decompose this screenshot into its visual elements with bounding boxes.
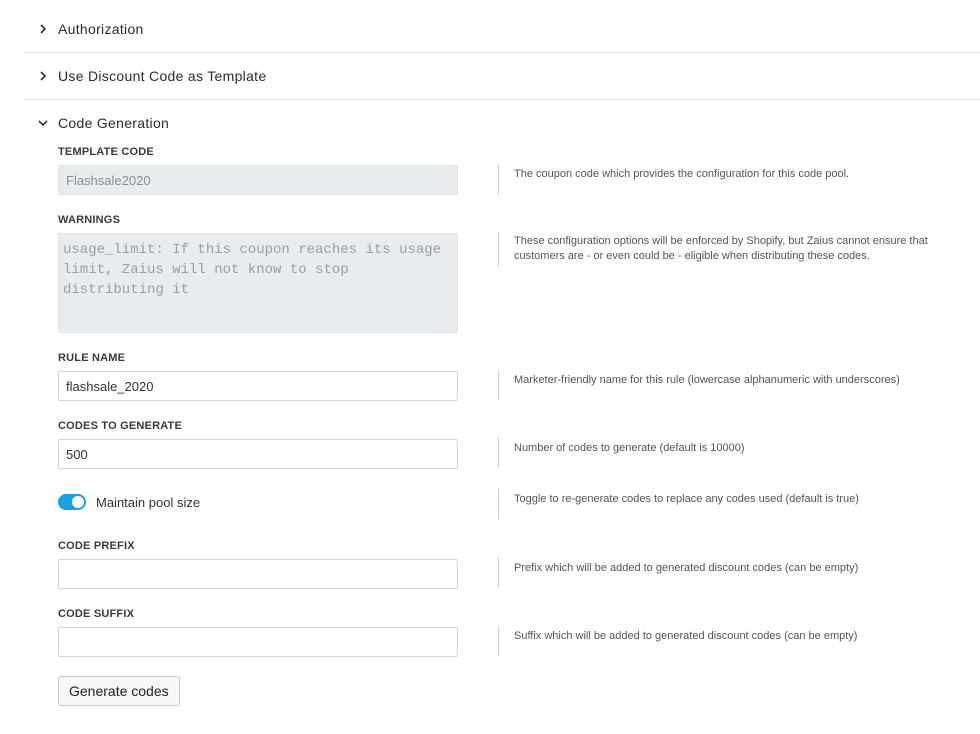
- maintain-pool-help: Toggle to re-generate codes to replace a…: [498, 489, 968, 519]
- section-title: Code Generation: [58, 114, 170, 131]
- rule-name-input[interactable]: [58, 371, 458, 401]
- template-code-label: TEMPLATE CODE: [58, 146, 154, 158]
- codes-to-generate-help: Number of codes to generate (default is …: [498, 438, 968, 468]
- code-suffix-label: CODE SUFFIX: [58, 608, 135, 620]
- rule-name-label: RULE NAME: [58, 352, 126, 364]
- rule-name-help: Marketer-friendly name for this rule (lo…: [498, 370, 968, 400]
- section-code-generation[interactable]: Code Generation: [24, 99, 980, 146]
- template-code-help: The coupon code which provides the confi…: [498, 164, 968, 194]
- code-suffix-input[interactable]: [58, 627, 458, 657]
- section-title: Use Discount Code as Template: [58, 67, 267, 84]
- codes-to-generate-input[interactable]: [58, 439, 458, 469]
- chevron-down-icon: [38, 118, 48, 128]
- code-prefix-help: Prefix which will be added to generated …: [498, 558, 968, 588]
- maintain-pool-label: Maintain pool size: [96, 495, 201, 510]
- toggle-knob: [72, 496, 84, 508]
- codes-to-generate-label: CODES TO GENERATE: [58, 420, 183, 432]
- warnings-textarea: usage_limit: If this coupon reaches its …: [58, 233, 458, 333]
- chevron-right-icon: [38, 23, 48, 34]
- code-prefix-input[interactable]: [58, 559, 458, 589]
- warnings-help: These configuration options will be enfo…: [498, 232, 968, 266]
- code-prefix-label: CODE PREFIX: [58, 540, 135, 552]
- maintain-pool-toggle[interactable]: [58, 494, 86, 510]
- section-discount-template[interactable]: Use Discount Code as Template: [24, 52, 980, 99]
- section-authorization[interactable]: Authorization: [24, 5, 980, 52]
- template-code-input: [58, 165, 458, 195]
- code-suffix-help: Suffix which will be added to generated …: [498, 626, 968, 656]
- section-title: Authorization: [58, 20, 144, 37]
- chevron-right-icon: [38, 70, 48, 81]
- warnings-label: WARNINGS: [58, 214, 121, 226]
- generate-codes-button[interactable]: Generate codes: [58, 676, 180, 706]
